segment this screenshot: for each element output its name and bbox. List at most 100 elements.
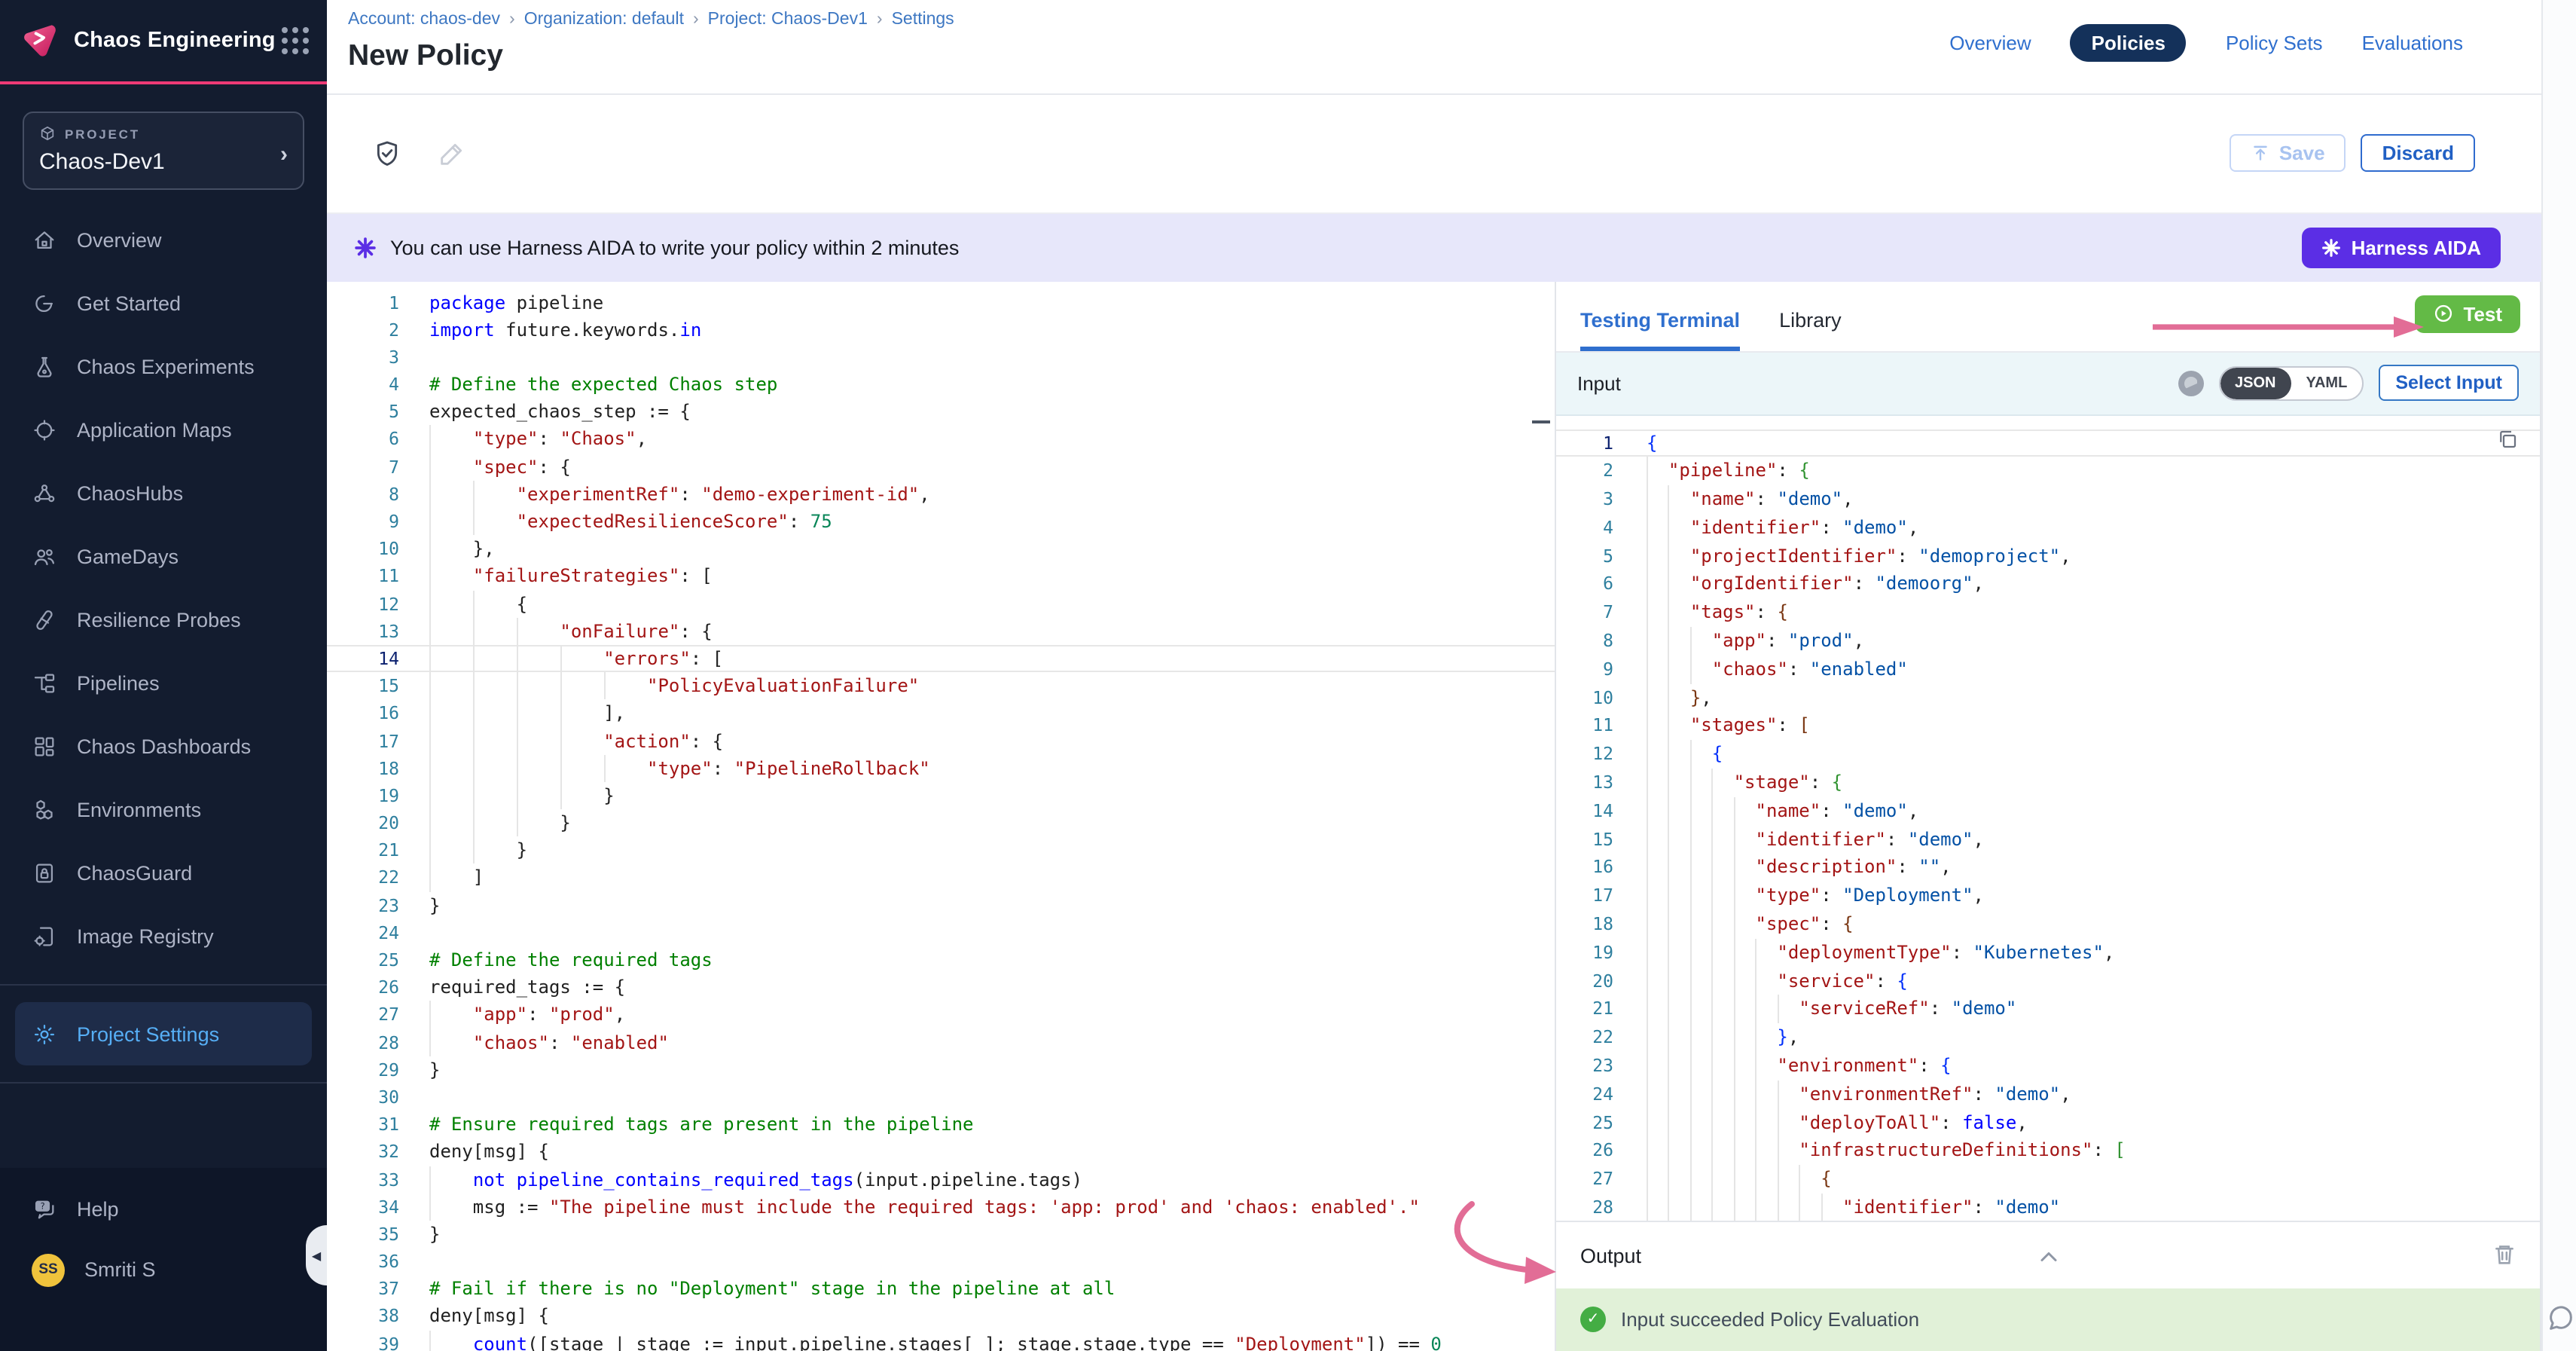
home-icon (32, 227, 57, 252)
image-registry-icon (32, 923, 57, 949)
breadcrumb-link-settings[interactable]: Settings (892, 11, 954, 29)
policy-code-editor[interactable]: 1package pipeline2import future.keywords… (327, 281, 1555, 1351)
code-line: 32deny[msg] { (327, 1139, 1555, 1166)
line-number: 19 (1556, 939, 1647, 967)
edit-pencil-icon[interactable] (437, 139, 467, 169)
sidebar-item-help[interactable]: ? Help (0, 1179, 327, 1239)
input-code-editor[interactable]: 1{2 "pipeline": {3 "name": "demo",4 "ide… (1556, 415, 2540, 1221)
sidebar-item-environments[interactable]: Environments (0, 778, 327, 841)
code-line: 10 }, (327, 535, 1555, 562)
code-line: 28 "identifier": "demo" (1556, 1194, 2540, 1221)
sidebar-user[interactable]: SS Smriti S (0, 1239, 327, 1300)
code-line: 27 "app": "prod", (327, 1001, 1555, 1029)
code-line: 35} (327, 1221, 1555, 1248)
line-number: 33 (327, 1166, 429, 1193)
code-line: 26 "infrastructureDefinitions": [ (1556, 1137, 2540, 1166)
discard-button[interactable]: Discard (2361, 134, 2475, 172)
line-number: 12 (1556, 741, 1647, 769)
clear-output-icon[interactable] (2492, 1242, 2517, 1267)
policy-language-icon[interactable] (2178, 370, 2203, 396)
sidebar-item-chaosguard[interactable]: ChaosGuard (0, 841, 327, 904)
code-line: 4# Define the expected Chaos step (327, 371, 1555, 398)
format-toggle[interactable]: JSONYAML (2218, 365, 2364, 400)
code-line: 12 { (327, 590, 1555, 617)
top-nav-policies[interactable]: Policies (2071, 24, 2187, 62)
box-icon (39, 125, 56, 142)
harness-aida-button[interactable]: Harness AIDA (2302, 228, 2501, 268)
line-number: 14 (327, 645, 429, 672)
sidebar-item-project-settings[interactable]: Project Settings (15, 1002, 312, 1065)
sidebar-item-label: Chaos Dashboards (77, 735, 251, 757)
sidebar-item-overview[interactable]: Overview (0, 208, 327, 271)
sidebar-item-chaos-experiments[interactable]: Chaos Experiments (0, 335, 327, 398)
line-number: 26 (327, 974, 429, 1001)
project-selector[interactable]: PROJECT Chaos-Dev1 › (23, 112, 304, 190)
sidebar-item-resilience-probes[interactable]: Resilience Probes (0, 588, 327, 651)
top-nav-evaluations[interactable]: Evaluations (2362, 24, 2463, 62)
line-number: 11 (327, 563, 429, 590)
code-line: 25# Define the required tags (327, 946, 1555, 974)
line-number: 30 (327, 1084, 429, 1111)
tab-testing-terminal[interactable]: Testing Terminal (1580, 308, 1740, 350)
line-number: 9 (1556, 656, 1647, 684)
policy-check-icon[interactable] (372, 139, 402, 169)
sidebar-item-application-maps[interactable]: Application Maps (0, 398, 327, 461)
breadcrumb-link-account[interactable]: Account: chaos-dev (348, 11, 500, 29)
chevron-right-icon: › (280, 142, 288, 167)
sidebar-item-pipelines[interactable]: Pipelines (0, 651, 327, 714)
tab-library[interactable]: Library (1779, 308, 1842, 350)
line-number: 2 (1556, 457, 1647, 486)
breadcrumb-link-organization[interactable]: Organization: default (524, 11, 684, 29)
people-icon (32, 543, 57, 569)
content-split: 1package pipeline2import future.keywords… (327, 281, 2541, 1351)
line-number: 13 (1556, 769, 1647, 797)
code-line: 3 (327, 344, 1555, 371)
code-line: 34 msg := "The pipeline must include the… (327, 1193, 1555, 1220)
aida-sparkle-icon (2321, 238, 2341, 258)
sidebar-item-gamedays[interactable]: GameDays (0, 524, 327, 588)
line-number: 6 (327, 426, 429, 453)
main-area: Account: chaos-dev › Organization: default… (327, 0, 2541, 1351)
aida-banner: You can use Harness AIDA to write your p… (327, 214, 2541, 282)
code-line: 19 } (327, 782, 1555, 809)
line-number: 1 (327, 289, 429, 316)
sidebar-collapse-handle[interactable]: ◀ (306, 1225, 327, 1285)
support-chat-icon[interactable] (2546, 1303, 2576, 1333)
code-line: 15 "identifier": "demo", (1556, 825, 2540, 854)
select-input-button[interactable]: Select Input (2379, 365, 2519, 401)
top-nav-policy-sets[interactable]: Policy Sets (2226, 24, 2323, 62)
line-number: 39 (327, 1330, 429, 1351)
line-number: 22 (327, 864, 429, 891)
code-line: 13 "stage": { (1556, 769, 2540, 797)
format-option-yaml[interactable]: YAML (2291, 367, 2362, 399)
collapse-output-icon[interactable] (2034, 1243, 2062, 1270)
sidebar-item-label: Resilience Probes (77, 608, 241, 631)
code-line: 2import future.keywords.in (327, 316, 1555, 343)
line-number: 17 (327, 727, 429, 754)
sidebar-item-chaos-dashboards[interactable]: Chaos Dashboards (0, 714, 327, 778)
test-button[interactable]: Test (2415, 295, 2520, 332)
code-line: 30 (327, 1084, 1555, 1111)
sidebar-item-chaoshubs[interactable]: ChaosHubs (0, 461, 327, 524)
breadcrumb-separator: › (693, 11, 699, 29)
play-circle-icon (2433, 303, 2454, 324)
sidebar-bottom: ? Help SS Smriti S (0, 1167, 327, 1351)
line-number: 38 (327, 1303, 429, 1330)
save-button[interactable]: Save (2230, 134, 2346, 172)
app-grid-icon[interactable] (282, 27, 309, 54)
sidebar-item-image-registry[interactable]: Image Registry (0, 904, 327, 967)
code-line: 16 "description": "", (1556, 854, 2540, 882)
line-number: 22 (1556, 1023, 1647, 1052)
line-number: 2 (327, 316, 429, 343)
line-number: 3 (327, 344, 429, 371)
sidebar-divider (0, 984, 327, 986)
sidebar-item-get-started[interactable]: Get Started (0, 271, 327, 335)
code-line: 39 count([stage | stage := input.pipelin… (327, 1330, 1555, 1351)
code-line: 19 "deploymentType": "Kubernetes", (1556, 939, 2540, 967)
format-option-json[interactable]: JSON (2220, 367, 2291, 399)
top-nav-overview[interactable]: Overview (1949, 24, 2031, 62)
line-number: 10 (327, 535, 429, 562)
line-number: 27 (1556, 1165, 1647, 1194)
breadcrumb-link-project[interactable]: Project: Chaos-Dev1 (708, 11, 868, 29)
sidebar-header: Chaos Engineering (0, 0, 327, 84)
